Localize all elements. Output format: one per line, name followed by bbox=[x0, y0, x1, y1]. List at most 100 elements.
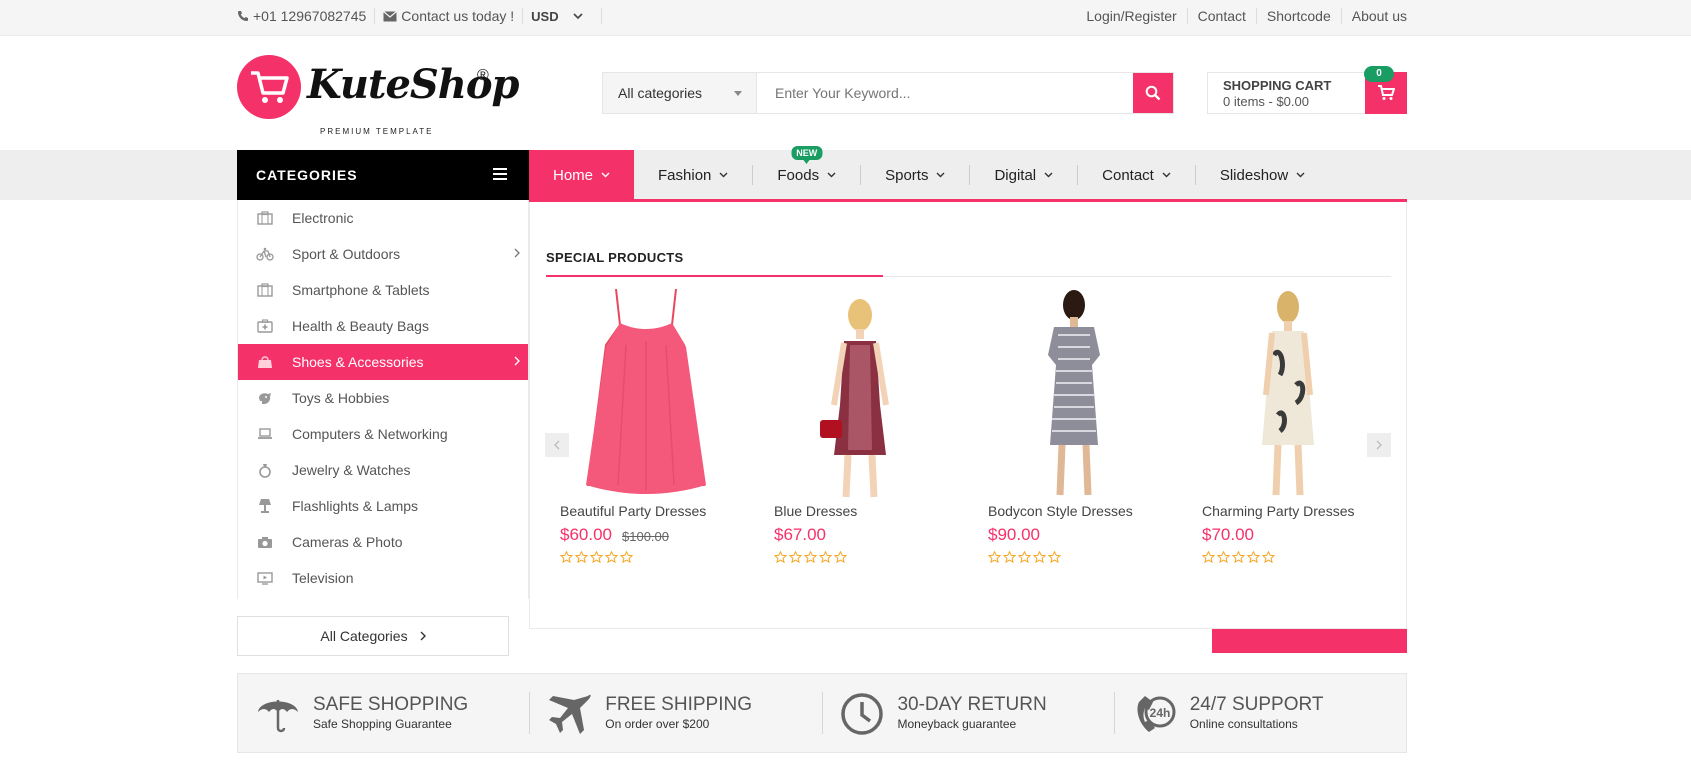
sidebar-item-smartphone-tablets[interactable]: Smartphone & Tablets bbox=[238, 272, 528, 308]
about-us-link[interactable]: About us bbox=[1342, 8, 1407, 24]
product-card[interactable]: Charming Party Dresses $70.00 bbox=[1188, 285, 1388, 575]
login-register-link[interactable]: Login/Register bbox=[1076, 8, 1186, 24]
service-subtitle: Moneyback guarantee bbox=[897, 717, 1017, 731]
new-badge: NEW bbox=[791, 146, 823, 164]
product-image-bodycon-dress[interactable] bbox=[974, 285, 1174, 500]
cart-summary: 0 items - $0.00 bbox=[1223, 94, 1309, 109]
product-card[interactable]: Blue Dresses $67.00 bbox=[760, 285, 960, 575]
star-outline-icon bbox=[804, 551, 817, 563]
product-old-price: $100.00 bbox=[622, 529, 669, 544]
nav-label-foods: Foods bbox=[777, 166, 820, 184]
product-image-blue-dress[interactable] bbox=[760, 285, 960, 500]
chevron-down-icon bbox=[827, 172, 836, 178]
product-name[interactable]: Bodycon Style Dresses bbox=[988, 503, 1133, 519]
shortcode-link[interactable]: Shortcode bbox=[1257, 8, 1341, 24]
shopping-cart[interactable]: SHOPPING CART 0 items - $0.00 0 bbox=[1207, 66, 1407, 114]
nav-item-sports[interactable]: Sports bbox=[861, 150, 969, 200]
hamburger-icon bbox=[493, 168, 507, 183]
sidebar-item-label: Electronic bbox=[292, 210, 354, 226]
service-safe-shopping: SAFE SHOPPING Safe Shopping Guarantee bbox=[238, 674, 529, 752]
sidebar-item-electronic[interactable]: Electronic bbox=[238, 200, 528, 236]
caret-down-icon bbox=[734, 91, 742, 96]
nav-item-slideshow[interactable]: Slideshow bbox=[1196, 150, 1329, 200]
search-input[interactable] bbox=[757, 73, 1133, 113]
star-outline-icon bbox=[560, 551, 573, 563]
ring-icon bbox=[255, 462, 275, 478]
sidebar-item-toys-hobbies[interactable]: Toys & Hobbies bbox=[238, 380, 528, 416]
star-outline-icon bbox=[1217, 551, 1230, 563]
service-return: 30-DAY RETURN Moneyback guarantee bbox=[822, 674, 1113, 752]
sidebar-item-label: Shoes & Accessories bbox=[292, 354, 424, 370]
product-rating bbox=[774, 551, 847, 563]
product-image-charming-dress[interactable] bbox=[1188, 285, 1388, 500]
star-outline-icon bbox=[988, 551, 1001, 563]
star-outline-icon bbox=[575, 551, 588, 563]
star-outline-icon bbox=[1003, 551, 1016, 563]
sidebar-item-jewelry-watches[interactable]: Jewelry & Watches bbox=[238, 452, 528, 488]
search-category-select[interactable]: All categories bbox=[603, 73, 757, 113]
nav-label-fashion: Fashion bbox=[658, 166, 712, 184]
service-subtitle: On order over $200 bbox=[605, 717, 710, 731]
service-title: SAFE SHOPPING bbox=[313, 694, 469, 715]
star-outline-icon bbox=[1262, 551, 1275, 563]
product-image-pink-dress[interactable] bbox=[546, 285, 746, 500]
search-button[interactable] bbox=[1133, 73, 1173, 113]
service-subtitle: Online consultations bbox=[1189, 717, 1298, 731]
contact-link[interactable]: Contact us today ! bbox=[383, 8, 514, 24]
nav-item-contact[interactable]: Contact bbox=[1078, 150, 1195, 200]
nav-item-digital[interactable]: Digital bbox=[970, 150, 1077, 200]
chevron-down-icon bbox=[601, 172, 610, 178]
sidebar-item-flashlights-lamps[interactable]: Flashlights & Lamps bbox=[238, 488, 528, 524]
currency-select[interactable]: USD bbox=[531, 9, 586, 24]
logo-subtitle: PREMIUM TEMPLATE bbox=[320, 127, 434, 136]
accent-strip bbox=[1212, 629, 1407, 653]
phone-24h-icon: 24h bbox=[1137, 696, 1176, 732]
sidebar-item-health-beauty[interactable]: Health & Beauty Bags bbox=[238, 308, 528, 344]
chevron-down-icon bbox=[719, 172, 728, 178]
phone-contact: +01 12967082745 bbox=[237, 8, 366, 24]
product-name[interactable]: Charming Party Dresses bbox=[1202, 503, 1355, 519]
sidebar-item-computers-networking[interactable]: Computers & Networking bbox=[238, 416, 528, 452]
sidebar-item-label: Toys & Hobbies bbox=[292, 390, 390, 406]
service-title: FREE SHIPPING bbox=[605, 694, 752, 715]
sidebar-item-label: Television bbox=[292, 570, 354, 586]
nav-item-foods[interactable]: NEW Foods bbox=[753, 146, 860, 200]
product-price: $60.00 bbox=[560, 525, 612, 544]
star-outline-icon bbox=[819, 551, 832, 563]
all-categories-label: All Categories bbox=[320, 628, 408, 644]
nav-label-home: Home bbox=[553, 166, 594, 184]
phone-icon bbox=[238, 11, 248, 21]
sidebar-item-label: Cameras & Photo bbox=[292, 534, 403, 550]
envelope-icon bbox=[383, 10, 398, 21]
contact-top-link[interactable]: Contact bbox=[1188, 8, 1256, 24]
sidebar-item-television[interactable]: Television bbox=[238, 560, 528, 596]
star-outline-icon bbox=[774, 551, 787, 563]
nav-item-home[interactable]: Home bbox=[529, 150, 635, 200]
service-free-shipping: FREE SHIPPING On order over $200 bbox=[530, 674, 821, 752]
star-outline-icon bbox=[1018, 551, 1031, 563]
product-card[interactable]: Beautiful Party Dresses $60.00 $100.00 bbox=[546, 285, 746, 575]
product-name[interactable]: Blue Dresses bbox=[774, 503, 857, 519]
contact-text: Contact us today ! bbox=[401, 8, 515, 24]
product-rating bbox=[988, 551, 1061, 563]
sidebar-item-cameras-photo[interactable]: Cameras & Photo bbox=[238, 524, 528, 560]
nav-item-fashion[interactable]: Fashion bbox=[634, 150, 752, 200]
search-icon bbox=[1145, 85, 1161, 101]
service-subtitle: Safe Shopping Guarantee bbox=[313, 717, 452, 731]
clock-icon bbox=[841, 693, 884, 735]
product-card[interactable]: Bodycon Style Dresses $90.00 bbox=[974, 285, 1174, 575]
lamp-icon bbox=[255, 498, 275, 514]
product-name[interactable]: Beautiful Party Dresses bbox=[560, 503, 706, 519]
sidebar-item-label: Sport & Outdoors bbox=[292, 246, 401, 262]
all-categories-button[interactable]: All Categories bbox=[237, 616, 509, 656]
sidebar-item-shoes-accessories[interactable]: Shoes & Accessories bbox=[238, 344, 528, 380]
bicycle-icon bbox=[255, 246, 275, 262]
star-outline-icon bbox=[789, 551, 802, 563]
title-accent-underline bbox=[546, 275, 883, 277]
product-rating bbox=[1202, 551, 1275, 563]
site-logo[interactable]: KuteShop ® PREMIUM TEMPLATE bbox=[237, 55, 520, 136]
sidebar-item-sport-outdoors[interactable]: Sport & Outdoors bbox=[238, 236, 528, 272]
chevron-right-icon bbox=[514, 356, 520, 366]
star-outline-icon bbox=[834, 551, 847, 563]
categories-toggle[interactable]: CATEGORIES bbox=[237, 150, 529, 200]
